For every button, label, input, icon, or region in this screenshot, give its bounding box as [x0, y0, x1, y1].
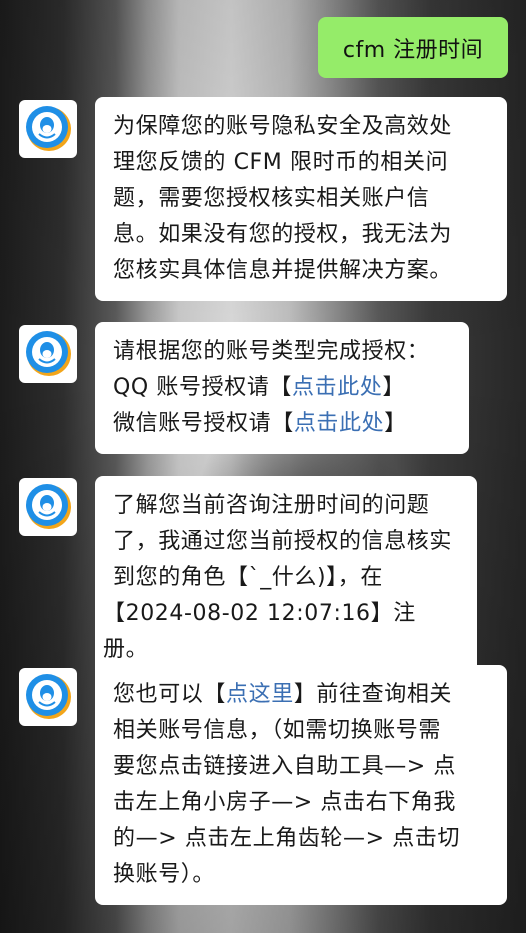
message-text: 】前往查询相关 [293, 682, 453, 707]
message-line: 【2024-08-02 12:07:16】注册。 [103, 601, 416, 662]
message-text: 微信账号授权请【 [113, 411, 294, 436]
message-line: QQ 账号授权请【点击此处】 [113, 370, 453, 406]
message-line: 您也可以【点这里】前往查询相关 [113, 677, 491, 713]
qq-authorize-link[interactable]: 点击此处 [292, 375, 382, 400]
outgoing-message-bubble[interactable]: cfm 注册时间 [318, 17, 508, 78]
bot-avatar-icon[interactable] [19, 100, 77, 158]
message-line: 为保障您的账号隐私安全及高效处 [113, 114, 453, 139]
incoming-message-bubble[interactable]: 为保障您的账号隐私安全及高效处 理您反馈的 CFM 限时币的相关问 题，需要您授… [95, 97, 507, 301]
message-line: 换账号）。 [113, 862, 216, 887]
message-line: 相关账号信息，（如需切换账号需 [113, 718, 442, 743]
message-text: 】 [384, 411, 407, 436]
message-line: 了解您当前咨询注册时间的问题 [113, 493, 430, 518]
outgoing-message-text: cfm 注册时间 [342, 37, 484, 63]
message-line: 理您反馈的 CFM 限时币的相关问 [113, 150, 449, 175]
message-text: 】 [382, 375, 406, 400]
wechat-authorize-link[interactable]: 点击此处 [294, 411, 384, 436]
message-line: 息。如果没有您的授权，我无法为 [113, 222, 453, 247]
query-account-link[interactable]: 点这里 [226, 682, 294, 707]
message-line: 击左上角小房子—> 点击右下角我 [113, 790, 457, 815]
bot-avatar-icon[interactable] [19, 478, 77, 536]
incoming-message-bubble[interactable]: 了解您当前咨询注册时间的问题 了，我通过您当前授权的信息核实 到您的角色【`_什… [95, 476, 477, 680]
message-line: 题，需要您授权核实相关账户信 [113, 186, 430, 211]
message-line: 到您的角色【`_什么)】，在 [113, 565, 383, 590]
message-text: QQ 账号授权请【 [113, 375, 293, 400]
incoming-message-bubble[interactable]: 请根据您的账号类型完成授权： QQ 账号授权请【点击此处】 微信账号授权请【点击… [95, 322, 469, 454]
message-line: 请根据您的账号类型完成授权： [113, 339, 430, 364]
incoming-message-bubble[interactable]: 您也可以【点这里】前往查询相关 相关账号信息，（如需切换账号需 要您点击链接进入… [95, 665, 507, 905]
message-line: 的—> 点击左上角齿轮—> 点击切 [113, 826, 461, 851]
message-line: 微信账号授权请【点击此处】 [113, 406, 453, 442]
bot-avatar-icon[interactable] [19, 668, 77, 726]
message-line: 了，我通过您当前授权的信息核实 [113, 529, 453, 554]
message-line: 要您点击链接进入自助工具—> 点 [113, 754, 457, 779]
bot-avatar-icon[interactable] [19, 325, 77, 383]
message-text: 您也可以【 [113, 682, 227, 707]
message-line: 您核实具体信息并提供解决方案。 [113, 258, 453, 283]
